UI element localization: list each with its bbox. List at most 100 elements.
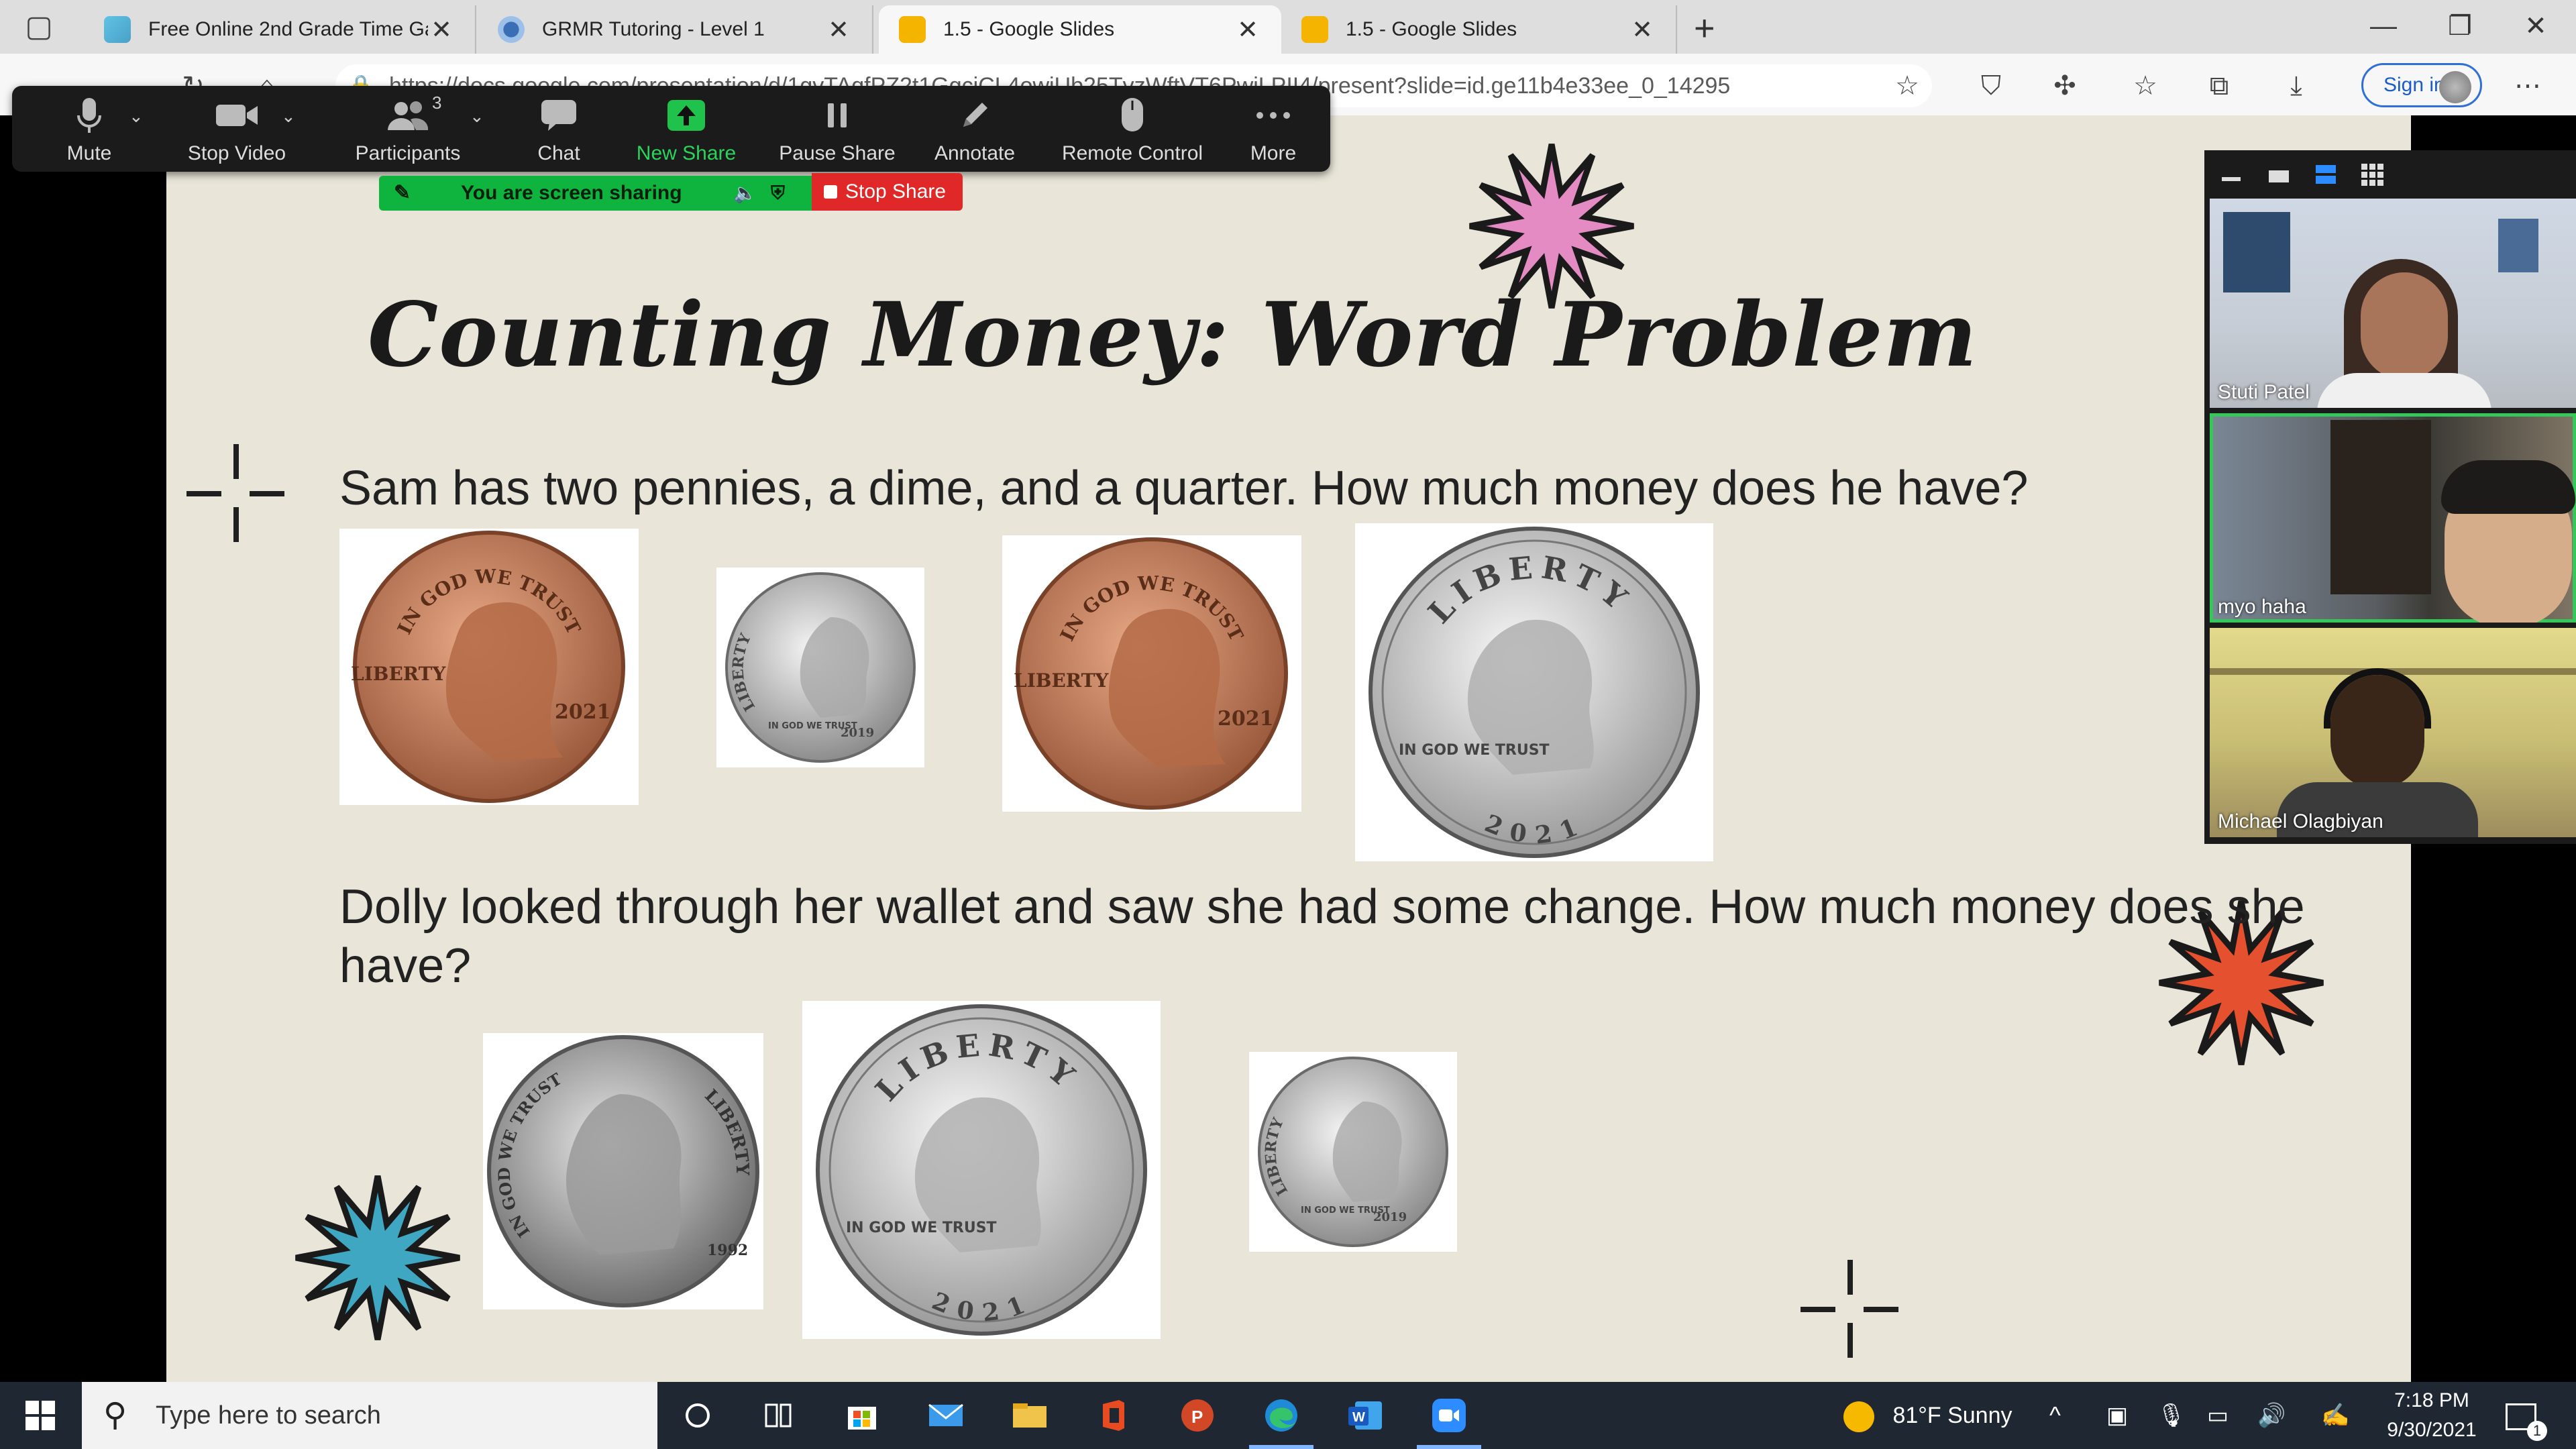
tab-grmr-tutoring[interactable]: GRMR Tutoring - Level 1 ✕ [478,5,873,54]
downloads-icon[interactable]: ⤓ [2277,67,2315,105]
close-tab-icon[interactable]: ✕ [825,15,852,45]
ellipsis-icon [1256,112,1290,119]
chat-button[interactable]: Chat [505,86,612,172]
video-tile-myo-haha[interactable]: myo haha [2210,413,2576,623]
plus-marker-decoration [186,444,284,542]
taskbar-search-box[interactable]: ⚲ Type here to search [82,1382,657,1449]
volume-icon[interactable]: 🔊 [2257,1382,2286,1449]
chevron-down-icon[interactable]: ⌄ [281,106,296,127]
battery-icon[interactable]: ▭ [2207,1382,2229,1449]
gallery-view-icon[interactable] [2360,162,2384,186]
system-clock[interactable]: 7:18 PM 9/30/2021 [2375,1386,2489,1445]
microphone-icon [77,98,101,133]
participant-count: 3 [432,93,442,113]
task-view-icon[interactable] [758,1395,798,1436]
mute-button[interactable]: Mute ⌄ [25,86,153,172]
favorites-icon[interactable]: ☆ [2127,67,2164,105]
chevron-down-icon[interactable]: ⌄ [470,106,484,127]
drag-handle-icon[interactable]: ✎ [394,176,411,211]
nickel-coin-image: IN GOD WE TRUST LIBERTY 1992 [483,1033,763,1309]
maximize-button[interactable]: ❐ [2420,0,2500,54]
new-share-button[interactable]: New Share [619,86,753,172]
close-window-button[interactable]: ✕ [2496,0,2576,54]
penny-year-text: 2021 [1218,707,1274,731]
close-tab-icon[interactable]: ✕ [428,15,455,45]
dime-year-text: 2019 [1373,1210,1407,1224]
pause-icon [828,103,847,127]
profile-avatar[interactable] [2439,71,2471,103]
zoom-app-icon[interactable] [1429,1395,1469,1436]
single-video-view-icon[interactable] [2266,162,2290,186]
chevron-down-icon[interactable]: ⌄ [129,106,144,127]
question-one: Sam has two pennies, a dime, and a quart… [339,462,2029,515]
security-shield-icon: ⛨ [771,182,786,203]
pen-workspace-icon[interactable]: ✍ [2321,1382,2349,1449]
windows-start-icon[interactable] [20,1395,60,1436]
stop-video-button[interactable]: Stop Video ⌄ [163,86,311,172]
stop-video-label: Stop Video [187,142,286,164]
teal-star-decoration [295,1175,460,1340]
new-share-label: New Share [636,142,737,164]
participants-button[interactable]: 3 Participants ⌄ [321,86,495,172]
stop-share-button[interactable]: Stop Share [812,173,963,211]
mute-label: Mute [66,142,112,164]
participant-name: myo haha [2218,596,2306,618]
extensions-icon[interactable]: ✣ [2046,67,2084,105]
question-two: Dolly looked through her wallet and saw … [339,880,2305,993]
close-tab-icon[interactable]: ✕ [1234,15,1261,45]
powerpoint-icon[interactable]: P [1177,1395,1218,1436]
video-tile-michael-olagbiyan[interactable]: Michael Olagbiyan [2210,628,2576,837]
annotate-button[interactable]: Annotate [918,86,1032,172]
show-hidden-icons-chevron-icon[interactable]: ^ [2049,1382,2061,1449]
share-up-arrow-icon [667,100,705,131]
minimize-video-icon[interactable] [2219,162,2243,186]
tab-label: GRMR Tutoring - Level 1 [542,18,765,40]
nickel-year-text: 1992 [707,1242,748,1259]
minimize-button[interactable]: — [2343,0,2424,54]
chat-label: Chat [537,142,580,164]
tab-google-slides[interactable]: 1.5 - Google Slides ✕ [1281,5,1677,54]
svg-text:W: W [1352,1410,1365,1425]
collections-icon[interactable]: ⧉ [2200,67,2238,105]
speaker-view-icon[interactable] [2313,162,2337,186]
search-placeholder: Type here to search [156,1401,381,1430]
word-icon[interactable]: W [1345,1395,1385,1436]
headphones-image [2324,668,2431,729]
poster-image [2223,212,2290,292]
edge-browser-icon[interactable] [1261,1395,1301,1436]
speaker-icon: 🔈 [733,182,757,203]
mail-icon[interactable] [926,1395,966,1436]
penny-year-text: 2021 [555,700,611,724]
screen-sharing-banner[interactable]: ✎ You are screen sharing 🔈 ⛨ [379,176,812,211]
plus-marker-decoration [1801,1260,1898,1358]
slide-title: Counting Money: Word Problem [368,283,1978,387]
more-button[interactable]: More [1226,86,1320,172]
quarter-motto-text: IN GOD WE TRUST [1399,742,1550,759]
chat-icon [541,100,576,131]
close-tab-icon[interactable]: ✕ [1629,15,1656,45]
microsoft-store-icon[interactable] [842,1395,882,1436]
new-tab-button[interactable]: + [1694,8,1715,48]
edge-running-indicator [1249,1445,1313,1449]
notification-center-icon[interactable]: 1 [2506,1382,2547,1449]
participant-name: Michael Olagbiyan [2218,810,2383,833]
camera-indicator-icon[interactable]: ▣ [2106,1382,2128,1449]
tracking-shield-icon[interactable]: ⛉ [1972,67,2010,105]
dime-coin-image: LIBERTY IN GOD WE TRUST 2019 [1249,1052,1457,1252]
office-icon[interactable] [1093,1395,1134,1436]
tab-google-slides-active[interactable]: 1.5 - Google Slides ✕ [879,5,1281,54]
cortana-icon[interactable] [678,1395,718,1436]
microphone-indicator-icon[interactable]: 🎙 [2157,1382,2186,1449]
file-explorer-icon[interactable] [1010,1395,1050,1436]
weather-widget[interactable]: 81°F Sunny [1843,1382,2012,1449]
add-favorite-icon[interactable]: ☆ [1888,67,1926,105]
tab-actions-icon[interactable]: ▢ [20,8,58,46]
pause-share-button[interactable]: Pause Share [763,86,911,172]
remote-control-button[interactable]: Remote Control [1042,86,1223,172]
settings-menu-icon[interactable]: ⋯ [2509,67,2546,105]
penny-coin-image: IN GOD WE TRUST LIBERTY 2021 [1002,535,1301,812]
sign-in-label: Sign in [2383,74,2445,96]
video-camera-icon [216,105,258,126]
video-tile-stuti-patel[interactable]: Stuti Patel [2210,199,2576,408]
tab-time-game[interactable]: Free Online 2nd Grade Time Gam ✕ [84,5,476,54]
